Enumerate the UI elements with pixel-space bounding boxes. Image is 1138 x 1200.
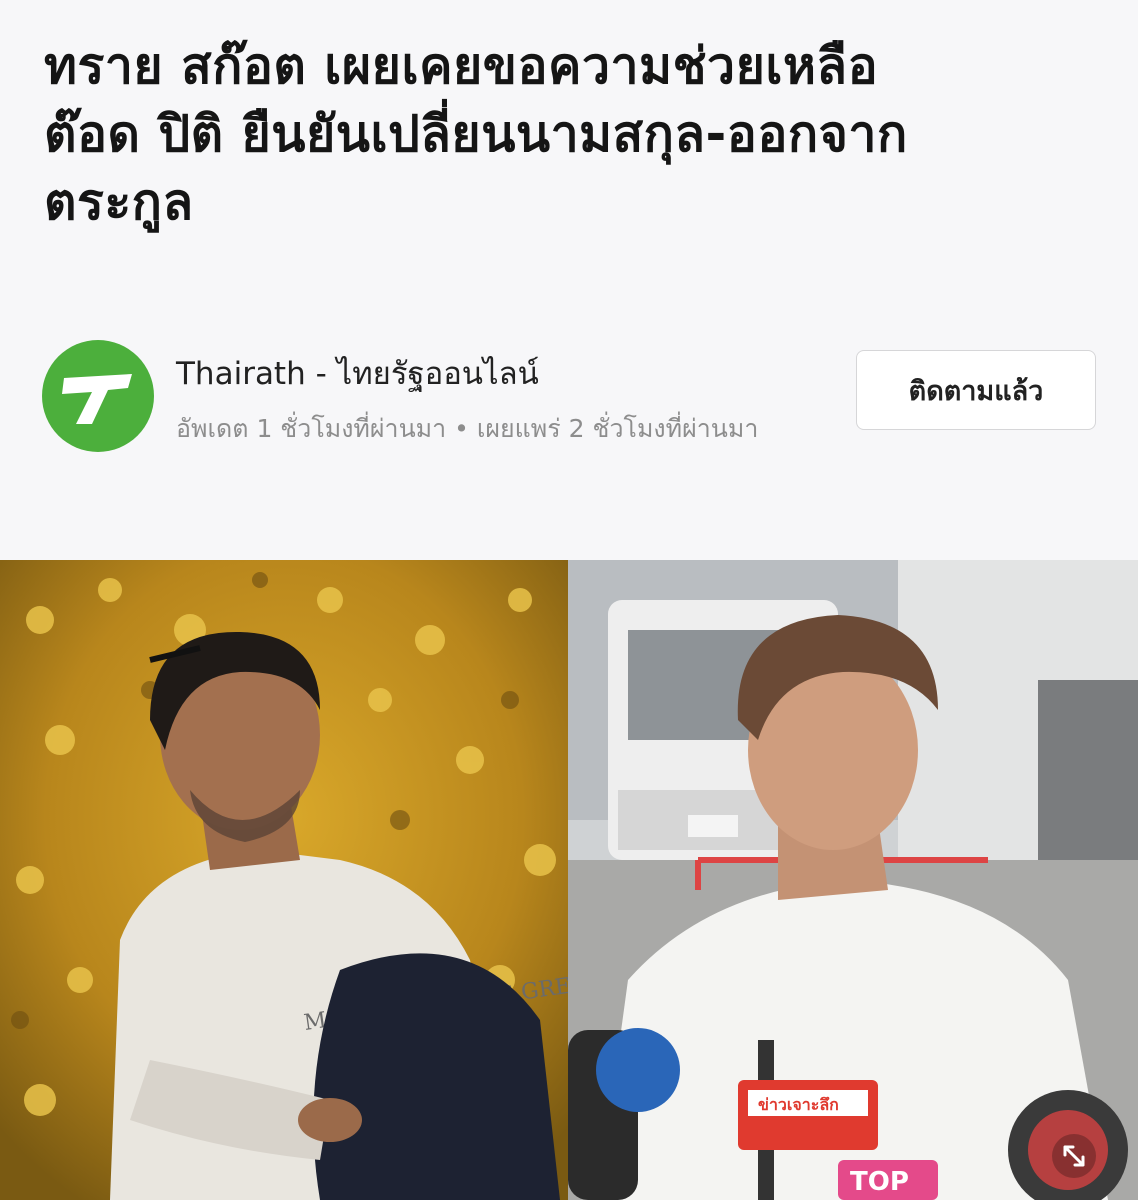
publisher-name[interactable]: Thairath - ไทยรัฐออนไลน์	[176, 348, 539, 398]
publisher-logo-icon[interactable]	[42, 340, 154, 452]
article-headline: ทราย สก๊อต เผยเคยขอความช่วยเหลือ ต๊อด ปิ…	[44, 32, 1104, 236]
headline-line-3: ตระกูล	[44, 173, 194, 231]
article-photo[interactable]: MARTHE FIANOIS GRE	[0, 560, 1138, 1200]
top-badge-text: TOP	[850, 1167, 909, 1197]
source-row: Thairath - ไทยรัฐออนไลน์ อัพเดต 1 ชั่วโม…	[42, 340, 1096, 500]
publish-meta: อัพเดต 1 ชั่วโมงที่ผ่านมา • เผยแพร่ 2 ชั…	[176, 414, 759, 443]
expand-arrows-icon[interactable]	[1052, 1134, 1096, 1178]
man-in-front-of-yellow-flowers-photo: MARTHE FIANOIS GRE	[0, 560, 568, 1200]
man-at-press-microphones-photo: ข่าวเจาะลึก TOP	[568, 560, 1138, 1200]
thairath-t-logo-icon	[62, 374, 132, 424]
headline-line-1: ทราย สก๊อต เผยเคยขอความช่วยเหลือ	[44, 37, 879, 95]
headline-line-2: ต๊อด ปิติ ยืนยันเปลี่ยนนามสกุล-ออกจาก	[44, 105, 908, 163]
follow-button[interactable]: ติดตามแล้ว	[856, 350, 1096, 430]
press-sign-text: ข่าวเจาะลึก	[758, 1095, 839, 1114]
